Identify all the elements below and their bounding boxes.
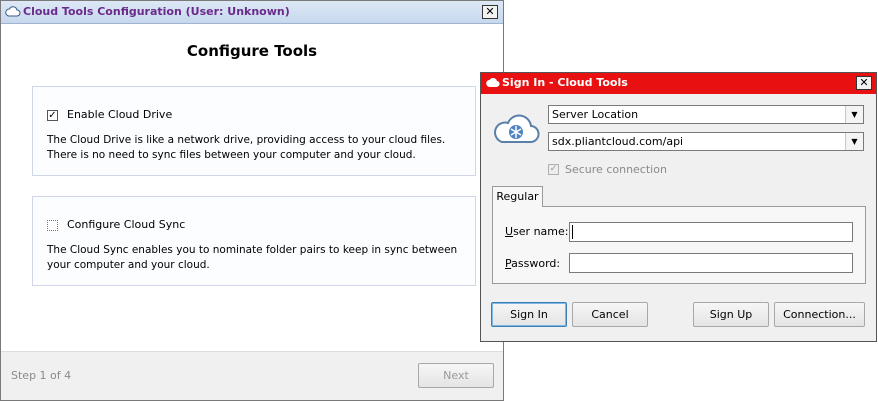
connection-button[interactable]: Connection... [774,302,865,327]
wizard-footer: Step 1 of 4 Next [1,351,503,400]
cloud-icon [486,78,500,87]
server-url-select[interactable]: sdx.pliantcloud.com/api ▼ [548,132,864,151]
dropdown-arrow-icon[interactable]: ▼ [845,106,863,123]
server-location-select[interactable]: Server Location ▼ [548,105,864,124]
dialog-title: Sign In - Cloud Tools [502,76,628,89]
checkbox-checked-icon: ✓ [549,164,558,174]
regular-tab-panel: User name: Password: [492,206,866,284]
sign-in-dialog: Sign In - Cloud Tools ✕ Server Location … [480,72,877,342]
close-icon: ✕ [485,5,495,18]
username-input[interactable] [569,222,853,242]
cloud-sync-description: The Cloud Sync enables you to nominate f… [47,244,458,271]
tab-regular[interactable]: Regular [492,186,543,207]
cloud-drive-description: The Cloud Drive is like a network drive,… [47,134,446,161]
page-title: Configure Tools [186,42,318,60]
cloud-icon [5,6,21,17]
configure-cloud-sync-label[interactable]: Configure Cloud Sync [67,218,185,231]
sign-up-button[interactable]: Sign Up [693,302,769,327]
close-icon: ✕ [859,76,869,89]
dialog-title-bar[interactable]: Sign In - Cloud Tools ✕ [481,73,876,94]
configuration-window: Cloud Tools Configuration (User: Unknown… [0,0,504,401]
next-button[interactable]: Next [418,363,494,388]
password-label: Password: [505,257,561,270]
secure-connection-checkbox[interactable]: ✓ [548,164,559,175]
title-bar[interactable]: Cloud Tools Configuration (User: Unknown… [1,1,503,24]
server-url-value: sdx.pliantcloud.com/api [552,135,684,148]
secure-connection-label: Secure connection [565,163,667,176]
cloud-sync-panel: Configure Cloud Sync The Cloud Sync enab… [32,196,476,286]
password-input[interactable] [569,253,853,273]
checkbox-checked-icon: ✓ [48,110,57,121]
configure-cloud-sync-checkbox[interactable] [47,220,58,231]
enable-cloud-drive-label[interactable]: Enable Cloud Drive [67,108,172,121]
text-caret [572,225,573,239]
cancel-button[interactable]: Cancel [572,302,648,327]
window-title: Cloud Tools Configuration (User: Unknown… [23,5,290,18]
step-indicator: Step 1 of 4 [11,369,72,382]
cloud-logo-icon [494,114,540,143]
sign-in-button[interactable]: Sign In [491,302,567,327]
dialog-close-button[interactable]: ✕ [856,76,872,90]
cloud-drive-panel: ✓ Enable Cloud Drive The Cloud Drive is … [32,86,476,176]
enable-cloud-drive-checkbox[interactable]: ✓ [47,110,58,121]
username-label: User name: [505,225,569,238]
server-location-value: Server Location [552,108,639,121]
close-button[interactable]: ✕ [482,5,498,19]
dropdown-arrow-icon[interactable]: ▼ [845,133,863,150]
